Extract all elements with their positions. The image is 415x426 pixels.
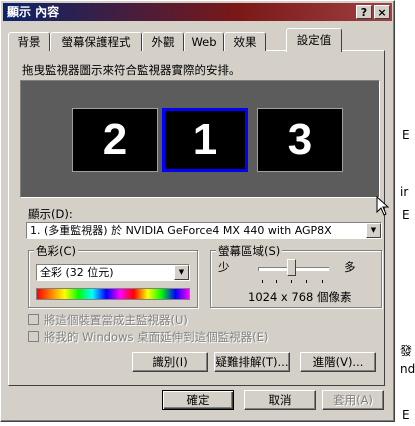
slider-tick bbox=[291, 280, 292, 283]
slider-tick bbox=[262, 280, 263, 283]
resolution-readout: 1024 x 768 個像素 bbox=[248, 290, 352, 304]
background-text: nd bbox=[400, 362, 415, 376]
slider-tick bbox=[276, 280, 277, 283]
title-bar[interactable]: 顯示 內容 ? × bbox=[3, 3, 392, 21]
display-select[interactable]: 1. (多重監視器) 於 NVIDIA GeForce4 MX 440 with… bbox=[26, 222, 382, 239]
slider-max-label: 多 bbox=[344, 260, 356, 274]
primary-monitor-checkbox[interactable] bbox=[28, 314, 39, 325]
window-title: 顯示 內容 bbox=[7, 5, 60, 19]
mouse-cursor-icon bbox=[376, 196, 390, 216]
monitor-2-icon[interactable]: 2 bbox=[72, 108, 158, 172]
resolution-slider-thumb[interactable] bbox=[287, 259, 296, 276]
monitor-3-icon[interactable]: 3 bbox=[257, 108, 343, 172]
tab-strip: 背景 螢幕保護程式 外觀 Web 效果 設定值 bbox=[6, 28, 386, 52]
advanced-button[interactable]: 進階(V)... bbox=[300, 352, 376, 372]
cancel-button[interactable]: 取消 bbox=[244, 390, 316, 410]
color-spectrum-bar bbox=[36, 288, 190, 300]
monitor-1-icon[interactable]: 1 bbox=[162, 108, 248, 172]
extend-desktop-label: 將我的 Windows 桌面延伸到這個監視器(E) bbox=[44, 330, 269, 344]
background-text: E bbox=[402, 128, 410, 142]
slider-min-label: 少 bbox=[218, 260, 230, 274]
color-group-title: 色彩(C) bbox=[34, 243, 79, 259]
troubleshoot-button[interactable]: 疑難排解(T)... bbox=[214, 352, 290, 372]
slider-tick bbox=[322, 280, 323, 283]
primary-monitor-label: 將這個裝置當成主監視器(U) bbox=[44, 313, 188, 327]
ok-button[interactable]: 確定 bbox=[162, 390, 234, 410]
identify-button[interactable]: 識別(I) bbox=[132, 352, 208, 372]
background-text: 發 bbox=[400, 344, 413, 358]
screen-area-group-title: 螢幕區域(S) bbox=[216, 243, 283, 259]
dropdown-arrow-icon[interactable]: ▼ bbox=[366, 223, 381, 238]
tab-effects[interactable]: 效果 bbox=[224, 32, 266, 51]
apply-button[interactable]: 套用(A) bbox=[322, 390, 384, 410]
tab-background[interactable]: 背景 bbox=[8, 32, 50, 51]
dropdown-arrow-icon[interactable]: ▼ bbox=[174, 265, 189, 280]
tab-appearance[interactable]: 外觀 bbox=[142, 32, 184, 51]
background-text: E bbox=[402, 408, 410, 422]
tab-web[interactable]: Web bbox=[184, 32, 224, 51]
display-label: 顯示(D): bbox=[28, 207, 73, 221]
tab-settings[interactable]: 設定值 bbox=[286, 28, 342, 52]
extend-desktop-checkbox[interactable] bbox=[28, 331, 39, 342]
close-icon: × bbox=[377, 6, 387, 19]
close-button[interactable]: × bbox=[374, 5, 390, 19]
arrange-instruction: 拖曳監視器圖示來符合監視器實際的安排。 bbox=[22, 63, 241, 77]
color-quality-value: 全彩 (32 位元) bbox=[40, 266, 114, 279]
background-text: ir bbox=[400, 185, 409, 199]
color-quality-select[interactable]: 全彩 (32 位元) ▼ bbox=[36, 264, 190, 281]
tab-screensaver[interactable]: 螢幕保護程式 bbox=[50, 32, 142, 51]
background-text: E bbox=[402, 208, 410, 222]
display-select-value: 1. (多重監視器) 於 NVIDIA GeForce4 MX 440 with… bbox=[30, 224, 332, 237]
slider-tick bbox=[306, 280, 307, 283]
help-button[interactable]: ? bbox=[356, 5, 372, 19]
help-icon: ? bbox=[360, 6, 368, 19]
